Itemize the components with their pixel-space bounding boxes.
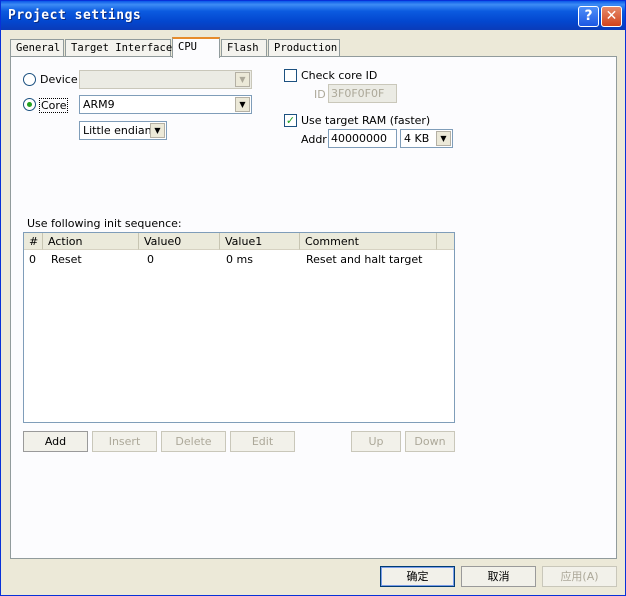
close-icon: ✕ xyxy=(605,8,618,24)
chevron-down-icon: ▼ xyxy=(235,97,250,112)
list-header: # Action Value0 Value1 Comment xyxy=(24,233,454,250)
check-core-id-label: Check core ID xyxy=(301,69,378,82)
cell-value0: 0 xyxy=(147,253,154,266)
title-bar[interactable]: Project settings ? ✕ xyxy=(1,1,625,30)
ram-size-select[interactable]: 4 KB ▼ xyxy=(400,129,453,148)
up-button[interactable]: Up xyxy=(351,431,401,452)
apply-button[interactable]: 应用(A) xyxy=(542,566,617,587)
column-header-comment[interactable]: Comment xyxy=(300,233,437,250)
use-target-ram-label: Use target RAM (faster) xyxy=(301,114,431,127)
device-label: Device xyxy=(40,73,78,86)
tab-production[interactable]: Production xyxy=(268,39,340,57)
column-header-action[interactable]: Action xyxy=(43,233,139,250)
cell-comment: Reset and halt target xyxy=(306,253,423,266)
cancel-button[interactable]: 取消 xyxy=(461,566,536,587)
edit-button[interactable]: Edit xyxy=(230,431,295,452)
column-header-index[interactable]: # xyxy=(24,233,43,250)
chevron-down-icon: ▼ xyxy=(235,72,250,87)
cell-value1: 0 ms xyxy=(226,253,253,266)
delete-button[interactable]: Delete xyxy=(161,431,226,452)
cell-action: Reset xyxy=(51,253,82,266)
chevron-down-icon: ▼ xyxy=(436,131,451,146)
column-header-value1[interactable]: Value1 xyxy=(220,233,300,250)
chevron-down-icon: ▼ xyxy=(150,123,165,138)
endian-select[interactable]: Little endian ▼ xyxy=(79,121,167,140)
column-header-value0[interactable]: Value0 xyxy=(139,233,220,250)
core-radio[interactable] xyxy=(23,98,36,111)
init-sequence-label: Use following init sequence: xyxy=(27,217,182,230)
addr-field[interactable]: 40000000 xyxy=(328,129,397,148)
window-title: Project settings xyxy=(8,8,142,23)
addr-label: Addr xyxy=(301,133,327,146)
project-settings-dialog: Project settings ? ✕ General Target Inte… xyxy=(0,0,626,596)
tab-flash[interactable]: Flash xyxy=(221,39,267,57)
core-label: Core xyxy=(39,98,69,113)
device-select[interactable]: ▼ xyxy=(79,70,252,89)
device-radio[interactable] xyxy=(23,73,36,86)
tab-cpu[interactable]: CPU xyxy=(172,37,220,58)
core-select[interactable]: ARM9 ▼ xyxy=(79,95,252,114)
check-core-id-checkbox[interactable] xyxy=(284,69,297,82)
init-sequence-list[interactable]: # Action Value0 Value1 Comment 0 Reset 0… xyxy=(23,232,455,423)
close-button[interactable]: ✕ xyxy=(601,6,622,27)
down-button[interactable]: Down xyxy=(405,431,455,452)
id-label: ID xyxy=(314,88,326,101)
column-header-filler xyxy=(437,233,454,250)
insert-button[interactable]: Insert xyxy=(92,431,157,452)
core-id-field[interactable]: 3F0F0F0F xyxy=(328,84,397,103)
tab-general[interactable]: General xyxy=(10,39,64,57)
add-button[interactable]: Add xyxy=(23,431,88,452)
tab-target-interface[interactable]: Target Interface xyxy=(65,39,172,57)
help-icon: ? xyxy=(584,8,593,24)
ok-button[interactable]: 确定 xyxy=(380,566,455,587)
cell-index: 0 xyxy=(29,253,36,266)
use-target-ram-checkbox[interactable]: ✓ xyxy=(284,114,297,127)
check-icon: ✓ xyxy=(285,114,296,127)
help-button[interactable]: ? xyxy=(578,6,599,27)
